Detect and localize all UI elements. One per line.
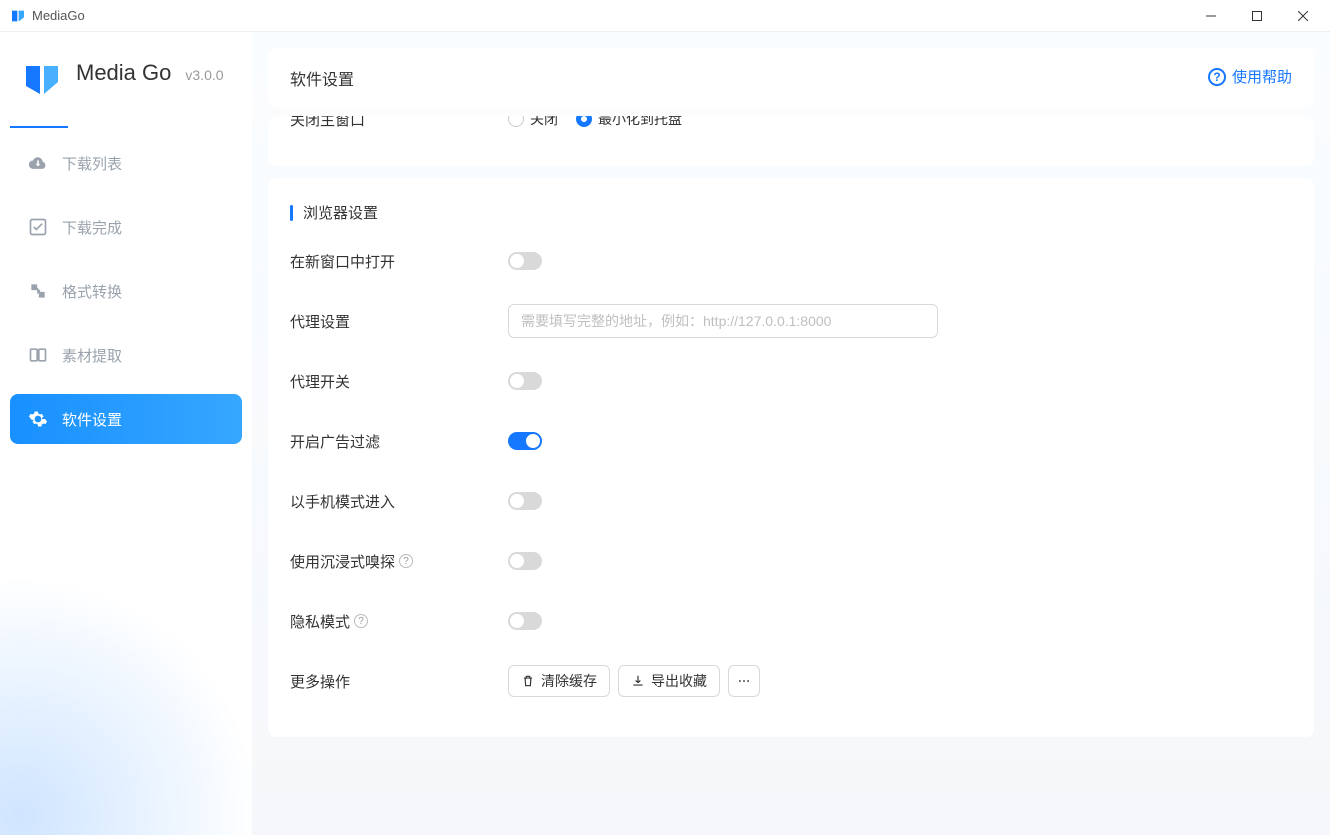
panel-general-partial: 关闭主窗口 关闭 最小化到托盘 xyxy=(268,116,1314,166)
sidebar-item-label: 下载完成 xyxy=(62,217,122,238)
maximize-button[interactable] xyxy=(1234,0,1280,32)
sidebar-item-extract[interactable]: 素材提取 xyxy=(10,330,242,380)
row-label: 开启广告过滤 xyxy=(290,431,508,452)
toggle-proxy[interactable] xyxy=(508,372,542,390)
convert-icon xyxy=(28,281,48,301)
gear-icon xyxy=(28,409,48,429)
section-title-browser: 浏览器设置 xyxy=(290,188,1292,231)
row-control: 关闭 最小化到托盘 xyxy=(508,116,682,129)
row-label: 使用沉浸式嗅探 ? xyxy=(290,551,508,572)
sidebar-item-downloads[interactable]: 下载列表 xyxy=(10,138,242,188)
window-controls xyxy=(1188,0,1326,32)
section-title-text: 浏览器设置 xyxy=(303,202,378,223)
radio-close[interactable]: 关闭 xyxy=(508,116,558,129)
toggle-immersive-sniff[interactable] xyxy=(508,552,542,570)
help-icon[interactable]: ? xyxy=(399,554,413,568)
titlebar-left: MediaGo xyxy=(10,8,85,24)
help-link[interactable]: ? 使用帮助 xyxy=(1194,60,1306,93)
nav: 下载列表 下载完成 格式转换 素材提取 软件设置 xyxy=(0,128,252,444)
sidebar-item-completed[interactable]: 下载完成 xyxy=(10,202,242,252)
sidebar: Media Go v3.0.0 下载列表 下载完成 格式转换 素材提取 xyxy=(0,32,252,835)
row-immersive-sniff: 使用沉浸式嗅探 ? xyxy=(290,531,1292,591)
page-title: 软件设置 xyxy=(268,48,1314,108)
row-label: 关闭主窗口 xyxy=(290,116,508,130)
radio-dot-icon xyxy=(576,116,592,127)
row-label: 隐私模式 ? xyxy=(290,611,508,632)
radio-minimize-tray[interactable]: 最小化到托盘 xyxy=(576,116,682,129)
button-label: 清除缓存 xyxy=(541,671,597,691)
sidebar-item-label: 软件设置 xyxy=(62,409,122,430)
sidebar-item-convert[interactable]: 格式转换 xyxy=(10,266,242,316)
toggle-private-mode[interactable] xyxy=(508,612,542,630)
row-label: 以手机模式进入 xyxy=(290,491,508,512)
proxy-input[interactable] xyxy=(508,304,938,338)
brand-name: Media Go xyxy=(76,60,171,86)
app-body: Media Go v3.0.0 下载列表 下载完成 格式转换 素材提取 xyxy=(0,32,1330,835)
toggle-mobile-mode[interactable] xyxy=(508,492,542,510)
panel-browser-settings: 浏览器设置 在新窗口中打开 代理设置 代理开关 开启广告过滤 xyxy=(268,178,1314,737)
row-label: 代理设置 xyxy=(290,311,508,332)
help-icon[interactable]: ? xyxy=(354,614,368,628)
brand: Media Go v3.0.0 xyxy=(0,32,252,128)
check-square-icon xyxy=(28,217,48,237)
row-label: 代理开关 xyxy=(290,371,508,392)
row-open-new-window: 在新窗口中打开 xyxy=(290,231,1292,291)
close-button[interactable] xyxy=(1280,0,1326,32)
row-more-ops: 更多操作 清除缓存 导出收藏 xyxy=(290,651,1292,711)
sidebar-item-label: 格式转换 xyxy=(62,281,122,302)
radio-dot-icon xyxy=(508,116,524,127)
extract-icon xyxy=(28,345,48,365)
question-icon: ? xyxy=(1208,68,1226,86)
help-link-label: 使用帮助 xyxy=(1232,66,1292,87)
clear-icon xyxy=(521,674,535,688)
app-logo-icon xyxy=(10,8,26,24)
row-mobile-mode: 以手机模式进入 xyxy=(290,471,1292,531)
row-label-text: 隐私模式 xyxy=(290,611,350,632)
row-proxy-setting: 代理设置 xyxy=(290,291,1292,351)
content: 软件设置 关闭主窗口 关闭 最小化到托盘 浏览器 xyxy=(252,32,1330,835)
row-label: 更多操作 xyxy=(290,671,508,692)
sidebar-item-settings[interactable]: 软件设置 xyxy=(10,394,242,444)
row-ad-filter: 开启广告过滤 xyxy=(290,411,1292,471)
button-label: 导出收藏 xyxy=(651,671,707,691)
download-icon xyxy=(631,674,645,688)
radio-label: 关闭 xyxy=(530,116,558,129)
toggle-ad-filter[interactable] xyxy=(508,432,542,450)
row-label: 在新窗口中打开 xyxy=(290,251,508,272)
brand-logo-icon xyxy=(22,60,62,100)
row-private-mode: 隐私模式 ? xyxy=(290,591,1292,651)
toggle-open-new-window[interactable] xyxy=(508,252,542,270)
cloud-download-icon xyxy=(28,153,48,173)
more-button[interactable] xyxy=(728,665,760,697)
sidebar-item-label: 下载列表 xyxy=(62,153,122,174)
ellipsis-icon xyxy=(737,674,751,688)
row-close-main-window: 关闭主窗口 关闭 最小化到托盘 xyxy=(290,116,1292,146)
radio-label: 最小化到托盘 xyxy=(598,116,682,129)
brand-version: v3.0.0 xyxy=(185,67,223,83)
titlebar-app-name: MediaGo xyxy=(32,8,85,23)
row-label-text: 使用沉浸式嗅探 xyxy=(290,551,395,572)
minimize-button[interactable] xyxy=(1188,0,1234,32)
sidebar-item-label: 素材提取 xyxy=(62,345,122,366)
export-favorites-button[interactable]: 导出收藏 xyxy=(618,665,720,697)
titlebar: MediaGo xyxy=(0,0,1330,32)
row-proxy-switch: 代理开关 xyxy=(290,351,1292,411)
clear-cache-button[interactable]: 清除缓存 xyxy=(508,665,610,697)
